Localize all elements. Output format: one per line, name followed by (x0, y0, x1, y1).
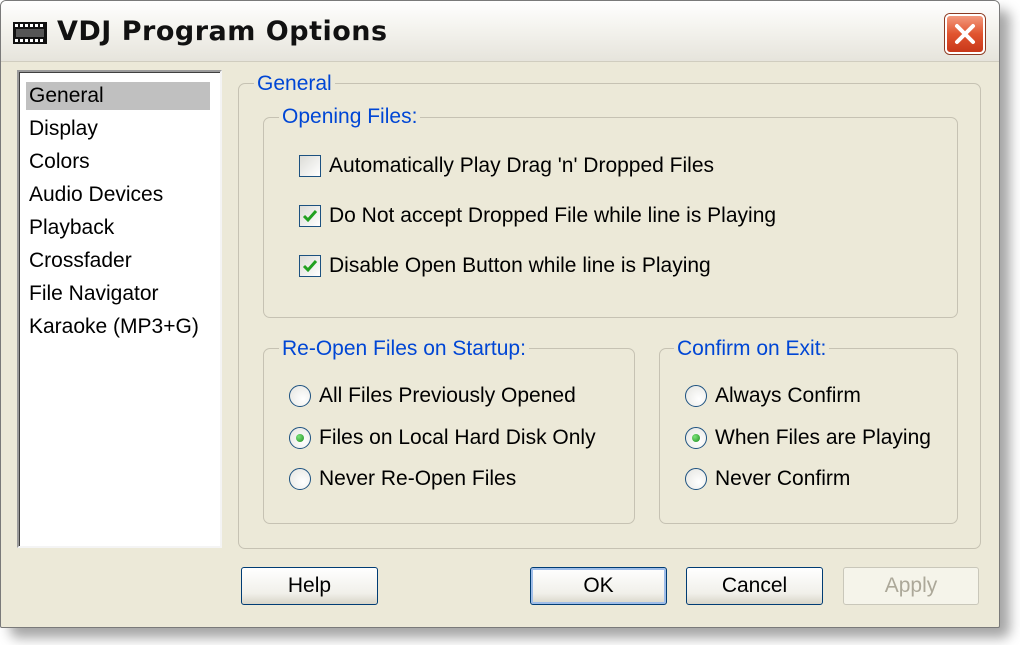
confirm-when-playing-label: When Files are Playing (715, 426, 931, 449)
confirm-never-label: Never Confirm (715, 467, 851, 490)
reopen-never-label: Never Re-Open Files (319, 467, 517, 490)
window-title: VDJ Program Options (57, 16, 388, 47)
reopen-all-radio[interactable] (289, 385, 311, 407)
nav-item-playback[interactable]: Playback (26, 214, 210, 242)
nav-item-file-navigator[interactable]: File Navigator (26, 280, 210, 308)
nav-item-colors[interactable]: Colors (26, 148, 210, 176)
confirm-never-radio[interactable] (685, 468, 707, 490)
reopen-local-option[interactable]: Files on Local Hard Disk Only (289, 423, 619, 453)
confirm-always-radio[interactable] (685, 385, 707, 407)
reopen-all-option[interactable]: All Files Previously Opened (289, 381, 609, 411)
program-options-dialog: VDJ Program Options General Display Colo… (0, 0, 1000, 628)
confirm-exit-title: Confirm on Exit: (674, 337, 830, 361)
reopen-local-radio[interactable] (289, 427, 311, 449)
disable-open-while-playing-label: Disable Open Button while line is Playin… (329, 254, 711, 277)
auto-play-dropped-option[interactable]: Automatically Play Drag 'n' Dropped File… (299, 151, 739, 181)
reopen-all-label: All Files Previously Opened (319, 384, 576, 407)
confirm-when-playing-option[interactable]: When Files are Playing (685, 423, 945, 453)
confirm-always-label: Always Confirm (715, 384, 861, 407)
reopen-never-option[interactable]: Never Re-Open Files (289, 464, 549, 494)
checkmark-icon (302, 210, 318, 223)
disable-open-while-playing-checkbox[interactable] (299, 255, 321, 277)
general-group-title: General (254, 72, 335, 96)
title-bar[interactable]: VDJ Program Options (1, 1, 999, 62)
nav-item-karaoke[interactable]: Karaoke (MP3+G) (26, 313, 210, 341)
confirm-when-playing-radio[interactable] (685, 427, 707, 449)
auto-play-dropped-checkbox[interactable] (299, 155, 321, 177)
no-drop-while-playing-label: Do Not accept Dropped File while line is… (329, 204, 777, 227)
close-x-icon (955, 24, 975, 44)
apply-button[interactable]: Apply (843, 567, 979, 605)
radio-selected-dot (692, 434, 700, 442)
options-category-list[interactable]: General Display Colors Audio Devices Pla… (17, 70, 222, 548)
auto-play-dropped-label: Automatically Play Drag 'n' Dropped File… (329, 154, 715, 177)
nav-item-general[interactable]: General (26, 82, 210, 110)
confirm-never-option[interactable]: Never Confirm (685, 464, 885, 494)
no-drop-while-playing-checkbox[interactable] (299, 205, 321, 227)
nav-item-audio-devices[interactable]: Audio Devices (26, 181, 210, 209)
reopen-files-title: Re-Open Files on Startup: (279, 337, 529, 361)
help-button[interactable]: Help (241, 567, 378, 605)
no-drop-while-playing-option[interactable]: Do Not accept Dropped File while line is… (299, 201, 799, 231)
nav-item-display[interactable]: Display (26, 115, 210, 143)
opening-files-title: Opening Files: (279, 105, 421, 129)
confirm-always-option[interactable]: Always Confirm (685, 381, 885, 411)
checkmark-icon (302, 260, 318, 273)
film-strip-icon (13, 22, 47, 44)
radio-selected-dot (296, 434, 304, 442)
nav-item-crossfader[interactable]: Crossfader (26, 247, 210, 275)
close-button[interactable] (945, 14, 985, 54)
disable-open-while-playing-option[interactable]: Disable Open Button while line is Playin… (299, 251, 739, 281)
reopen-never-radio[interactable] (289, 468, 311, 490)
reopen-local-label: Files on Local Hard Disk Only (319, 426, 596, 449)
ok-button[interactable]: OK (530, 567, 667, 605)
cancel-button[interactable]: Cancel (686, 567, 823, 605)
